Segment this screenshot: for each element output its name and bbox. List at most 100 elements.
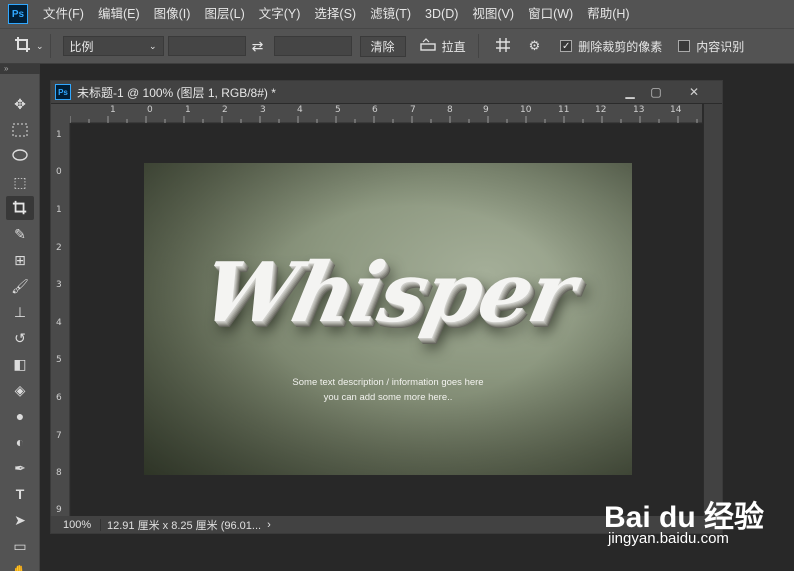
straighten-icon[interactable] bbox=[419, 37, 436, 55]
pen-tool-icon[interactable]: ✒ bbox=[6, 456, 34, 480]
grid-overlay-icon[interactable] bbox=[495, 37, 511, 56]
vertical-scrollbar[interactable] bbox=[704, 104, 722, 516]
menu-help[interactable]: 帮助(H) bbox=[580, 0, 636, 28]
ruler-tick: 4 bbox=[297, 105, 303, 115]
crop-tool-icon[interactable] bbox=[6, 196, 34, 220]
path-select-tool-icon[interactable]: ➤ bbox=[6, 508, 34, 532]
content-aware-checkbox[interactable] bbox=[678, 40, 691, 52]
menu-type[interactable]: 文字(Y) bbox=[252, 0, 308, 28]
crop-icon bbox=[14, 36, 32, 57]
menu-window[interactable]: 窗口(W) bbox=[521, 0, 580, 28]
ruler-corner[interactable] bbox=[51, 104, 70, 123]
menu-bar: Ps 文件(F) 编辑(E) 图像(I) 图层(L) 文字(Y) 选择(S) 滤… bbox=[0, 0, 794, 28]
ruler-tick: 9 bbox=[56, 505, 62, 515]
tools-panel: ✥ ⬚ ✎ ⊞ 🖌 ⊥ ↺ ◧ ◈ ● ◐ ✒ T ➤ ▭ ✋ bbox=[0, 74, 40, 571]
ruler-tick: 8 bbox=[56, 468, 62, 478]
menu-edit[interactable]: 编辑(E) bbox=[91, 0, 147, 28]
brush-tool-icon[interactable]: 🖌 bbox=[6, 274, 34, 298]
ruler-tick: 11 bbox=[558, 105, 570, 115]
maximize-icon[interactable]: ▢ bbox=[643, 81, 669, 103]
history-brush-tool-icon[interactable]: ↺ bbox=[6, 326, 34, 350]
minimize-icon[interactable]: ▁ bbox=[617, 81, 643, 103]
eraser-tool-icon[interactable]: ◧ bbox=[6, 352, 34, 376]
divider bbox=[477, 34, 479, 58]
menu-filter[interactable]: 滤镜(T) bbox=[363, 0, 418, 28]
delete-cropped-label: 删除裁剪的像素 bbox=[578, 39, 663, 54]
healing-brush-tool-icon[interactable]: ⊞ bbox=[6, 248, 34, 272]
baidu-jingyan-watermark: Bai du 经验 jingyan.baidu.com bbox=[604, 492, 764, 547]
headline-text: Whisper bbox=[193, 245, 583, 341]
move-tool-icon[interactable]: ✥ bbox=[6, 92, 34, 116]
straighten-label[interactable]: 拉直 bbox=[442, 38, 466, 55]
photoshop-doc-icon: Ps bbox=[55, 84, 71, 100]
canvas-area[interactable]: Whisper Some text description / informat… bbox=[71, 124, 703, 516]
description-line-1: Some text description / information goes… bbox=[292, 377, 484, 388]
clone-stamp-tool-icon[interactable]: ⊥ bbox=[6, 300, 34, 324]
ratio-select-value: 比例 bbox=[69, 39, 94, 54]
ratio-height-input[interactable] bbox=[273, 36, 352, 56]
ruler-tick: 1 bbox=[56, 130, 62, 140]
ratio-width-input[interactable] bbox=[167, 36, 246, 56]
options-bar: ⌄ 比例 ⌄ ⇄ 清除 拉直 ⚙ ✓ 删除裁剪的像素 内容识别 bbox=[0, 28, 794, 64]
document-tab[interactable]: Ps 未标题-1 @ 100% (图层 1, RGB/8#) * ▁ ▢ ✕ bbox=[51, 81, 722, 103]
divider bbox=[49, 34, 51, 58]
eyedropper-tool-icon[interactable]: ✎ bbox=[6, 222, 34, 246]
ruler-tick: 0 bbox=[56, 167, 62, 177]
ruler-tick: 13 bbox=[633, 105, 645, 115]
horizontal-ruler[interactable]: 1 0 1 2 3 4 5 6 7 8 9 10 11 12 13 14 bbox=[70, 104, 702, 123]
ruler-tick: 8 bbox=[447, 105, 453, 115]
ruler-tick: 6 bbox=[56, 393, 62, 403]
blur-tool-icon[interactable]: ● bbox=[6, 404, 34, 428]
hand-tool-icon[interactable]: ✋ bbox=[6, 560, 34, 571]
artwork-image: Whisper Some text description / informat… bbox=[144, 163, 632, 475]
menu-select[interactable]: 选择(S) bbox=[307, 0, 363, 28]
menu-3d[interactable]: 3D(D) bbox=[418, 0, 465, 28]
delete-cropped-checkbox[interactable]: ✓ bbox=[560, 40, 573, 52]
content-aware-label: 内容识别 bbox=[696, 39, 745, 54]
swap-icon[interactable]: ⇄ bbox=[246, 38, 270, 55]
description-line-2: you can add some more here.. bbox=[323, 392, 453, 403]
ruler-tick: 0 bbox=[147, 105, 153, 115]
clear-button[interactable]: 清除 bbox=[359, 35, 406, 57]
dodge-tool-icon[interactable]: ◐ bbox=[6, 430, 34, 454]
menu-file[interactable]: 文件(F) bbox=[36, 0, 91, 28]
ruler-tick: 3 bbox=[56, 280, 62, 290]
ratio-select[interactable]: 比例 ⌄ bbox=[62, 36, 164, 56]
menu-image[interactable]: 图像(I) bbox=[147, 0, 198, 28]
document-size-info: 12.91 厘米 x 8.25 厘米 (96.01... bbox=[107, 519, 262, 532]
close-icon[interactable]: ✕ bbox=[681, 81, 707, 103]
document-title: 未标题-1 @ 100% (图层 1, RGB/8#) * bbox=[77, 85, 276, 100]
toolbar-collapse-handle[interactable]: » bbox=[0, 64, 40, 74]
ruler-tick: 3 bbox=[260, 105, 266, 115]
gear-icon[interactable]: ⚙ bbox=[529, 38, 541, 54]
chevron-down-icon: ⌄ bbox=[149, 40, 157, 51]
document-window: Ps 未标题-1 @ 100% (图层 1, RGB/8#) * ▁ ▢ ✕ 1… bbox=[50, 80, 723, 534]
menu-view[interactable]: 视图(V) bbox=[465, 0, 521, 28]
ruler-tick: 1 bbox=[110, 105, 116, 115]
ruler-tick: 2 bbox=[222, 105, 228, 115]
menu-layer[interactable]: 图层(L) bbox=[197, 0, 251, 28]
quick-select-tool-icon[interactable]: ⬚ bbox=[6, 170, 34, 194]
crop-preset-picker[interactable]: ⌄ bbox=[14, 36, 44, 57]
photoshop-logo-icon: Ps bbox=[8, 4, 28, 24]
type-tool-icon[interactable]: T bbox=[6, 482, 34, 506]
chevron-right-icon[interactable]: › bbox=[267, 519, 271, 531]
marquee-tool-icon[interactable] bbox=[6, 118, 34, 142]
ruler-tick: 6 bbox=[372, 105, 378, 115]
rectangle-tool-icon[interactable]: ▭ bbox=[6, 534, 34, 558]
ruler-tick: 14 bbox=[670, 105, 682, 115]
lasso-tool-icon[interactable] bbox=[6, 144, 34, 168]
ruler-tick: 1 bbox=[56, 205, 62, 215]
ruler-tick: 2 bbox=[56, 243, 62, 253]
watermark-url: jingyan.baidu.com bbox=[608, 530, 729, 547]
ruler-tick: 7 bbox=[56, 431, 62, 441]
paint-bucket-tool-icon[interactable]: ◈ bbox=[6, 378, 34, 402]
ruler-tick: 4 bbox=[56, 318, 62, 328]
ruler-tick: 5 bbox=[335, 105, 341, 115]
vertical-ruler[interactable]: 1 0 1 2 3 4 5 6 7 8 9 bbox=[51, 123, 70, 516]
chevron-down-icon: ⌄ bbox=[36, 40, 44, 51]
ruler-tick: 1 bbox=[185, 105, 191, 115]
ruler-tick: 7 bbox=[410, 105, 416, 115]
zoom-level[interactable]: 100% bbox=[51, 518, 101, 531]
ruler-tick: 9 bbox=[483, 105, 489, 115]
